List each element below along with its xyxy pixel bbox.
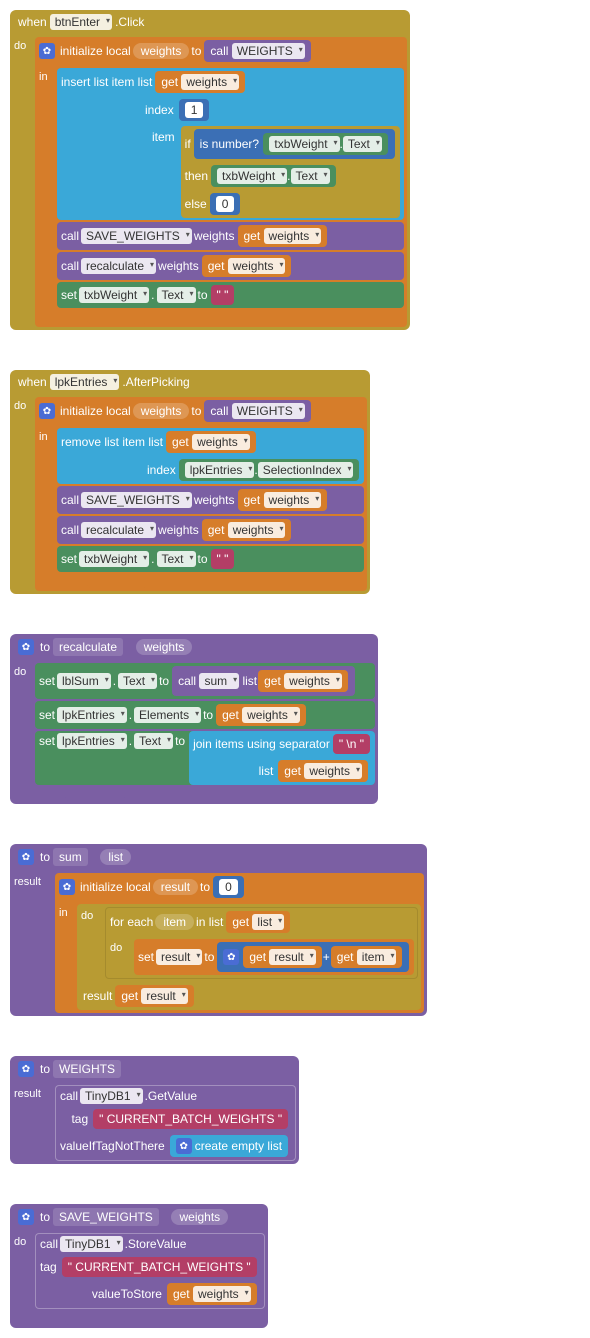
txbweight-text-then[interactable]: txbWeight . Text	[211, 165, 336, 187]
gear-icon[interactable]: ✿	[18, 639, 34, 655]
set-lblsum-text[interactable]: set lblSum . Text to call sum list get w…	[35, 663, 375, 699]
gear-icon[interactable]: ✿	[176, 1138, 192, 1154]
gear-icon[interactable]: ✿	[223, 949, 239, 965]
gear-icon[interactable]: ✿	[59, 879, 75, 895]
index-value[interactable]: 1	[179, 99, 210, 121]
if-block[interactable]: if is number? txbWeight . Text	[181, 126, 400, 218]
gear-icon[interactable]: ✿	[18, 1209, 34, 1225]
call-save-weights-2[interactable]: call SAVE_WEIGHTS weights get weights	[57, 486, 364, 514]
is-number-check[interactable]: is number? txbWeight . Text	[194, 129, 395, 159]
get-weights-2[interactable]: get weights	[238, 225, 328, 247]
init-local-block[interactable]: ✿ initialize local weights to call WEIGH…	[35, 37, 407, 327]
call-recalculate-2[interactable]: call recalculate weights get weights	[57, 516, 364, 544]
gear-icon[interactable]: ✿	[18, 849, 34, 865]
init-local-block-2[interactable]: ✿ initialize local weights to call WEIGH…	[35, 397, 367, 591]
get-weights-3[interactable]: get weights	[202, 255, 292, 277]
proc-recalculate[interactable]: ✿ to recalculate weights do set lblSum .…	[10, 634, 590, 804]
param-list[interactable]: list	[100, 849, 131, 865]
call-tinydb-getvalue[interactable]: call TinyDB1 .GetValue tag " CURRENT_BAT…	[55, 1085, 296, 1161]
init-local-result[interactable]: ✿ initialize local result to 0 in do for…	[55, 873, 424, 1013]
component-dd[interactable]: btnEnter	[50, 14, 112, 30]
call-recalculate[interactable]: call recalculate weights get weights	[57, 252, 404, 280]
join-items[interactable]: join items using separator " \n " list g…	[189, 731, 375, 785]
event-btnenter-click[interactable]: when btnEnter .Click do ✿ initialize loc…	[10, 10, 590, 330]
component-dd[interactable]: lpkEntries	[50, 374, 120, 390]
call-save-weights[interactable]: call SAVE_WEIGHTS weights get weights	[57, 222, 404, 250]
call-sum[interactable]: call sum list get weights	[172, 666, 355, 696]
set-txbweight-text-2[interactable]: set txbWeight . Text to " "	[57, 546, 364, 572]
tag-string[interactable]: " CURRENT_BATCH_WEIGHTS "	[93, 1109, 288, 1129]
tag-string-2[interactable]: " CURRENT_BATCH_WEIGHTS "	[62, 1257, 257, 1277]
set-txbweight-text[interactable]: set txbWeight . Text to " "	[57, 282, 404, 308]
proc-weights-def[interactable]: ✿ to WEIGHTS result call TinyDB1 .GetVal…	[10, 1056, 590, 1164]
do-label: do	[14, 40, 26, 52]
proc-sum[interactable]: ✿ to sum list result ✿ initialize local …	[10, 844, 590, 1016]
math-add[interactable]: ✿ get result + get	[217, 942, 409, 972]
param-weights[interactable]: weights	[171, 1209, 228, 1225]
gear-icon[interactable]: ✿	[39, 43, 55, 59]
event-label: .Click	[115, 15, 144, 29]
else-zero[interactable]: 0	[210, 193, 241, 215]
block-foot	[87, 310, 147, 324]
empty-string[interactable]: " "	[211, 285, 235, 305]
when-label: when	[18, 15, 47, 29]
remove-list-item[interactable]: remove list item list get weights index …	[57, 428, 364, 484]
call-weights[interactable]: call WEIGHTS	[204, 40, 310, 62]
get-weights[interactable]: get weights	[155, 71, 245, 93]
set-result[interactable]: set result to ✿ get result	[134, 939, 414, 975]
var-weights[interactable]: weights	[133, 43, 190, 59]
gear-icon[interactable]: ✿	[18, 1061, 34, 1077]
param-weights[interactable]: weights	[136, 639, 193, 655]
set-lpkentries-elements[interactable]: set lpkEntries . Elements to get weights	[35, 701, 375, 729]
txbweight-text[interactable]: txbWeight . Text	[263, 133, 388, 155]
gear-icon[interactable]: ✿	[39, 403, 55, 419]
set-lpkentries-text[interactable]: set lpkEntries . Text to join items usin…	[35, 731, 375, 785]
proc-save-weights-def[interactable]: ✿ to SAVE_WEIGHTS weights do call TinyDB…	[10, 1204, 590, 1328]
foreach-block[interactable]: for each item in list get list do	[105, 907, 418, 979]
call-tinydb-storevalue[interactable]: call TinyDB1 .StoreValue tag " CURRENT_B…	[35, 1233, 265, 1309]
selection-index[interactable]: lpkEntries . SelectionIndex	[179, 459, 360, 481]
do-result-block[interactable]: do for each item in list get list	[77, 904, 421, 1010]
insert-list-item[interactable]: insert list item list get weights index …	[57, 68, 404, 220]
call-weights-2[interactable]: call WEIGHTS	[204, 400, 310, 422]
event-lpkentries-afterpicking[interactable]: when lpkEntries .AfterPicking do ✿ initi…	[10, 370, 590, 594]
create-empty-list[interactable]: ✿ create empty list	[170, 1135, 288, 1157]
